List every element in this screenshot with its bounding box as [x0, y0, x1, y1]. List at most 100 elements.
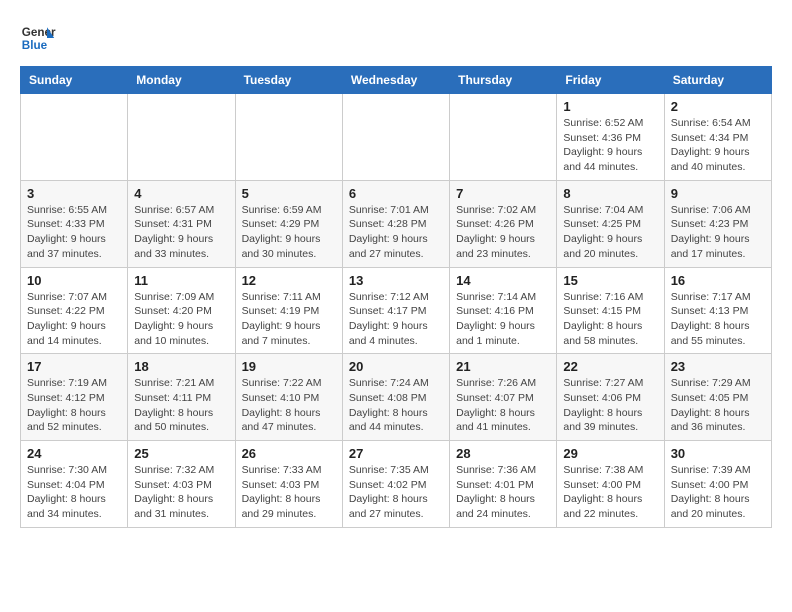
page-header: General Blue	[20, 20, 772, 56]
day-detail: Sunrise: 7:26 AM Sunset: 4:07 PM Dayligh…	[456, 376, 550, 435]
calendar-cell: 12Sunrise: 7:11 AM Sunset: 4:19 PM Dayli…	[235, 267, 342, 354]
day-number: 2	[671, 99, 765, 114]
day-detail: Sunrise: 7:19 AM Sunset: 4:12 PM Dayligh…	[27, 376, 121, 435]
weekday-header-thursday: Thursday	[450, 67, 557, 94]
day-detail: Sunrise: 7:04 AM Sunset: 4:25 PM Dayligh…	[563, 203, 657, 262]
calendar-cell: 25 Sunrise: 7:32 AM Sunset: 4:03 PM Dayli…	[128, 441, 235, 528]
weekday-header-saturday: Saturday	[664, 67, 771, 94]
day-detail: Sunrise: 6:59 AM Sunset: 4:29 PM Dayligh…	[242, 203, 336, 262]
day-number: 8	[563, 186, 657, 201]
weekday-header-sunday: Sunday	[21, 67, 128, 94]
weekday-header-friday: Friday	[557, 67, 664, 94]
day-detail: Sunrise: 7:38 AM Sunset: 4:00 PM Dayligh…	[563, 463, 657, 522]
calendar-cell: 4 Sunrise: 6:57 AM Sunset: 4:31 PM Daylig…	[128, 180, 235, 267]
day-number: 29	[563, 446, 657, 461]
calendar-header: SundayMondayTuesdayWednesdayThursdayFrid…	[21, 67, 772, 94]
calendar-cell: 15Sunrise: 7:16 AM Sunset: 4:15 PM Dayli…	[557, 267, 664, 354]
weekday-header-tuesday: Tuesday	[235, 67, 342, 94]
day-detail: Sunrise: 7:30 AM Sunset: 4:04 PM Dayligh…	[27, 463, 121, 522]
day-detail: Sunrise: 7:32 AM Sunset: 4:03 PM Dayligh…	[134, 463, 228, 522]
day-detail: Sunrise: 6:57 AM Sunset: 4:31 PM Dayligh…	[134, 203, 228, 262]
calendar-cell: 24 Sunrise: 7:30 AM Sunset: 4:04 PM Dayli…	[21, 441, 128, 528]
day-number: 10	[27, 273, 121, 288]
svg-text:Blue: Blue	[22, 39, 48, 52]
calendar-cell: 5 Sunrise: 6:59 AM Sunset: 4:29 PM Daylig…	[235, 180, 342, 267]
calendar-table: SundayMondayTuesdayWednesdayThursdayFrid…	[20, 66, 772, 528]
day-detail: Sunrise: 7:22 AM Sunset: 4:10 PM Dayligh…	[242, 376, 336, 435]
day-detail: Sunrise: 7:17 AM Sunset: 4:13 PM Dayligh…	[671, 290, 765, 349]
calendar-cell: 14 Sunrise: 7:14 AM Sunset: 4:16 PM Dayli…	[450, 267, 557, 354]
calendar-week-5: 24 Sunrise: 7:30 AM Sunset: 4:04 PM Dayli…	[21, 441, 772, 528]
calendar-cell	[450, 94, 557, 181]
day-number: 24	[27, 446, 121, 461]
day-number: 30	[671, 446, 765, 461]
calendar-cell: 10 Sunrise: 7:07 AM Sunset: 4:22 PM Dayli…	[21, 267, 128, 354]
calendar-cell	[128, 94, 235, 181]
day-number: 16	[671, 273, 765, 288]
day-number: 7	[456, 186, 550, 201]
logo-icon: General Blue	[20, 20, 56, 56]
day-number: 19	[242, 359, 336, 374]
day-detail: Sunrise: 7:21 AM Sunset: 4:11 PM Dayligh…	[134, 376, 228, 435]
day-number: 26	[242, 446, 336, 461]
calendar-cell: 8 Sunrise: 7:04 AM Sunset: 4:25 PM Daylig…	[557, 180, 664, 267]
calendar-cell: 9Sunrise: 7:06 AM Sunset: 4:23 PM Daylig…	[664, 180, 771, 267]
day-detail: Sunrise: 7:24 AM Sunset: 4:08 PM Dayligh…	[349, 376, 443, 435]
day-detail: Sunrise: 7:01 AM Sunset: 4:28 PM Dayligh…	[349, 203, 443, 262]
day-detail: Sunrise: 7:11 AM Sunset: 4:19 PM Dayligh…	[242, 290, 336, 349]
calendar-cell: 23 Sunrise: 7:29 AM Sunset: 4:05 PM Dayli…	[664, 354, 771, 441]
day-detail: Sunrise: 6:54 AM Sunset: 4:34 PM Dayligh…	[671, 116, 765, 175]
day-number: 18	[134, 359, 228, 374]
calendar-cell: 1Sunrise: 6:52 AM Sunset: 4:36 PM Daylig…	[557, 94, 664, 181]
calendar-cell: 19 Sunrise: 7:22 AM Sunset: 4:10 PM Dayli…	[235, 354, 342, 441]
day-detail: Sunrise: 7:09 AM Sunset: 4:20 PM Dayligh…	[134, 290, 228, 349]
calendar-cell: 3Sunrise: 6:55 AM Sunset: 4:33 PM Daylig…	[21, 180, 128, 267]
day-detail: Sunrise: 7:27 AM Sunset: 4:06 PM Dayligh…	[563, 376, 657, 435]
day-number: 28	[456, 446, 550, 461]
day-detail: Sunrise: 7:29 AM Sunset: 4:05 PM Dayligh…	[671, 376, 765, 435]
day-number: 5	[242, 186, 336, 201]
day-number: 21	[456, 359, 550, 374]
day-detail: Sunrise: 7:35 AM Sunset: 4:02 PM Dayligh…	[349, 463, 443, 522]
calendar-body: 1Sunrise: 6:52 AM Sunset: 4:36 PM Daylig…	[21, 94, 772, 528]
day-detail: Sunrise: 7:33 AM Sunset: 4:03 PM Dayligh…	[242, 463, 336, 522]
calendar-cell: 2 Sunrise: 6:54 AM Sunset: 4:34 PM Daylig…	[664, 94, 771, 181]
calendar-week-1: 1Sunrise: 6:52 AM Sunset: 4:36 PM Daylig…	[21, 94, 772, 181]
calendar-cell: 13Sunrise: 7:12 AM Sunset: 4:17 PM Dayli…	[342, 267, 449, 354]
calendar-cell	[342, 94, 449, 181]
day-number: 13	[349, 273, 443, 288]
day-detail: Sunrise: 7:39 AM Sunset: 4:00 PM Dayligh…	[671, 463, 765, 522]
weekday-header-wednesday: Wednesday	[342, 67, 449, 94]
day-number: 11	[134, 273, 228, 288]
day-number: 9	[671, 186, 765, 201]
day-detail: Sunrise: 6:55 AM Sunset: 4:33 PM Dayligh…	[27, 203, 121, 262]
calendar-cell: 28 Sunrise: 7:36 AM Sunset: 4:01 PM Dayli…	[450, 441, 557, 528]
calendar-cell: 27 Sunrise: 7:35 AM Sunset: 4:02 PM Dayli…	[342, 441, 449, 528]
day-detail: Sunrise: 7:14 AM Sunset: 4:16 PM Dayligh…	[456, 290, 550, 349]
logo: General Blue	[20, 20, 60, 56]
calendar-cell: 6 Sunrise: 7:01 AM Sunset: 4:28 PM Daylig…	[342, 180, 449, 267]
day-number: 6	[349, 186, 443, 201]
calendar-cell: 22 Sunrise: 7:27 AM Sunset: 4:06 PM Dayli…	[557, 354, 664, 441]
day-number: 1	[563, 99, 657, 114]
day-detail: Sunrise: 7:07 AM Sunset: 4:22 PM Dayligh…	[27, 290, 121, 349]
calendar-cell: 29 Sunrise: 7:38 AM Sunset: 4:00 PM Dayli…	[557, 441, 664, 528]
calendar-cell: 17Sunrise: 7:19 AM Sunset: 4:12 PM Dayli…	[21, 354, 128, 441]
calendar-week-4: 17Sunrise: 7:19 AM Sunset: 4:12 PM Dayli…	[21, 354, 772, 441]
day-number: 25	[134, 446, 228, 461]
day-number: 22	[563, 359, 657, 374]
calendar-cell	[235, 94, 342, 181]
calendar-cell: 21 Sunrise: 7:26 AM Sunset: 4:07 PM Dayli…	[450, 354, 557, 441]
calendar-cell: 30 Sunrise: 7:39 AM Sunset: 4:00 PM Dayli…	[664, 441, 771, 528]
day-number: 20	[349, 359, 443, 374]
day-number: 14	[456, 273, 550, 288]
calendar-week-3: 10 Sunrise: 7:07 AM Sunset: 4:22 PM Dayli…	[21, 267, 772, 354]
calendar-cell: 7 Sunrise: 7:02 AM Sunset: 4:26 PM Daylig…	[450, 180, 557, 267]
calendar-cell	[21, 94, 128, 181]
day-detail: Sunrise: 7:02 AM Sunset: 4:26 PM Dayligh…	[456, 203, 550, 262]
day-number: 27	[349, 446, 443, 461]
calendar-cell: 26 Sunrise: 7:33 AM Sunset: 4:03 PM Dayli…	[235, 441, 342, 528]
day-number: 23	[671, 359, 765, 374]
day-detail: Sunrise: 7:36 AM Sunset: 4:01 PM Dayligh…	[456, 463, 550, 522]
day-number: 4	[134, 186, 228, 201]
